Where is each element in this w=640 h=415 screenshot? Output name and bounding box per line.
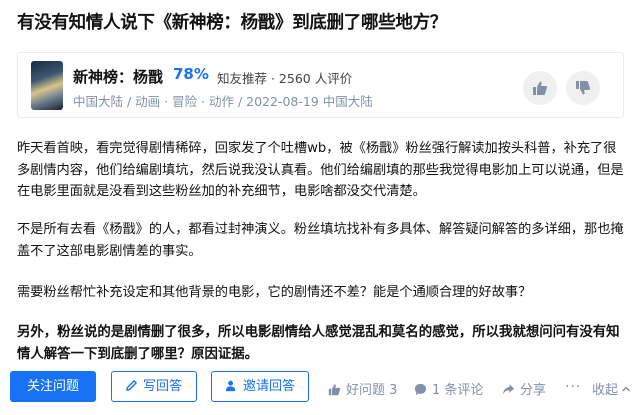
share-button[interactable]: 分享 — [502, 379, 546, 398]
follow-question-button[interactable]: 关注问题 — [10, 371, 96, 402]
comment-button[interactable]: 1 条评论 — [414, 379, 483, 398]
pencil-icon — [126, 380, 137, 391]
movie-score: 78% — [173, 65, 209, 83]
add-user-icon — [225, 380, 236, 392]
movie-score-meta: 知友推荐 · 2560 人评价 — [217, 71, 353, 86]
share-label: 分享 — [520, 383, 547, 398]
content-paragraph: 不是所有去看《杨戬》的人，都看过封神演义。粉丝填坑找补有多具体、解答疑问解答的多… — [17, 222, 624, 259]
collapse-button[interactable]: 收起 — [592, 379, 631, 398]
good-question-button[interactable]: 好问题 3 — [328, 379, 397, 398]
content-paragraph: 需要粉丝帮忙补充设定和其他背景的电影，它的剧情还不差？能是个通顺合理的好故事？ — [17, 285, 532, 300]
collapse-label: 收起 — [592, 383, 619, 398]
comment-icon — [414, 383, 427, 396]
write-answer-label: 写回答 — [143, 379, 183, 394]
movie-meta: 中国大陆 / 动画 · 冒险 · 动作 / 2022-08-19 中国大陆 — [73, 94, 373, 109]
write-answer-button[interactable]: 写回答 — [111, 371, 197, 402]
movie-name[interactable]: 新神榜：杨戬 — [73, 66, 163, 87]
thumbs-up-icon — [533, 81, 548, 95]
not-recommend-button[interactable] — [566, 71, 600, 105]
content-paragraph-bold: 另外，粉丝说的是剧情删了很多，所以电影剧情给人感觉混乱和莫名的感觉，所以我就想问… — [17, 325, 620, 362]
question-actions-bar: 关注问题 写回答 邀请回答 好问题 3 1 条评论 分享 ··· 收起 — [0, 369, 640, 405]
share-icon — [502, 384, 515, 395]
thumbs-down-icon — [576, 81, 591, 95]
content-paragraph: 昨天看首映，看完觉得剧情稀碎，回家发了个吐槽wb，被《杨戬》粉丝强行解读加按头科… — [17, 141, 624, 199]
chevron-up-icon — [621, 386, 631, 392]
more-button[interactable]: ··· — [565, 379, 581, 395]
movie-card[interactable]: 新神榜：杨戬 78% 知友推荐 · 2560 人评价 中国大陆 / 动画 · 冒… — [17, 52, 624, 118]
thumbs-up-icon — [328, 384, 341, 396]
movie-poster[interactable] — [31, 61, 63, 110]
good-question-label: 好问题 3 — [346, 383, 398, 398]
question-title: 有没有知情人说下《新神榜：杨戬》到底删了哪些地方？ — [17, 13, 447, 33]
invite-answer-button[interactable]: 邀请回答 — [211, 371, 309, 402]
comment-label: 1 条评论 — [432, 383, 484, 398]
recommend-button[interactable] — [523, 71, 557, 105]
invite-answer-label: 邀请回答 — [243, 379, 296, 394]
